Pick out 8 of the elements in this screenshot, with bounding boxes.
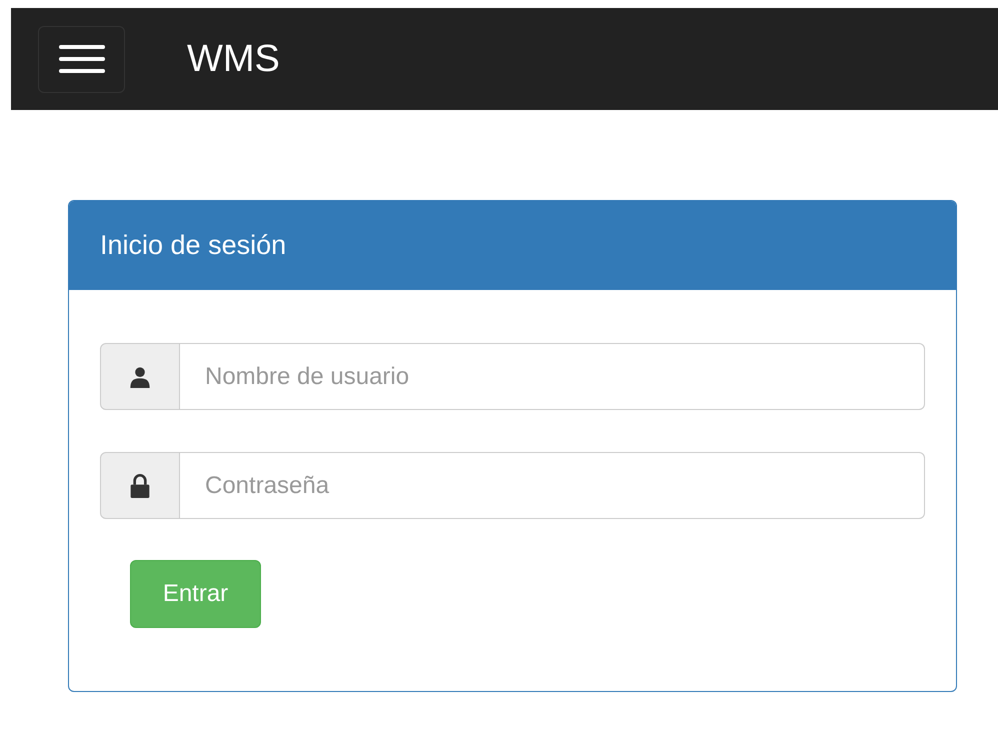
- lock-icon: [129, 474, 151, 498]
- menu-button[interactable]: [38, 26, 125, 92]
- brand-title[interactable]: WMS: [187, 30, 280, 88]
- menu-icon: [58, 44, 104, 74]
- input-field[interactable]: Nombre de usuario: [180, 343, 925, 410]
- user-icon: [129, 366, 151, 388]
- panel-title: Inicio de sesión: [100, 229, 286, 262]
- input-field[interactable]: Contraseña: [180, 452, 925, 519]
